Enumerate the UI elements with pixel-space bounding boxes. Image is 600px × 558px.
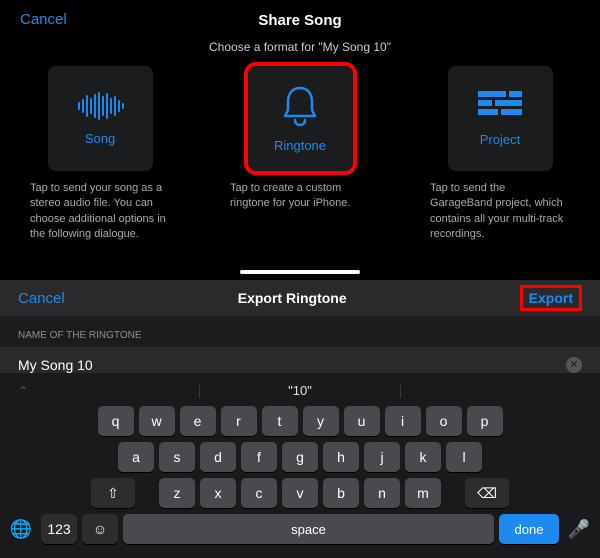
bell-icon (280, 84, 320, 128)
project-card-desc: Tap to send the GarageBand project, whic… (430, 181, 570, 243)
key-e[interactable]: e (180, 406, 216, 436)
keyboard-row-1: q w e r t y u i o p (4, 406, 596, 436)
key-123[interactable]: 123 (41, 514, 77, 544)
export-navbar: Cancel Export Ringtone Export (0, 280, 600, 316)
prediction-suggestion[interactable]: "10" (288, 383, 312, 398)
format-card-ringtone[interactable]: Ringtone Tap to create a custom ringtone… (230, 66, 370, 243)
share-title: Share Song (100, 12, 500, 29)
key-v[interactable]: v (282, 478, 318, 508)
keyboard-row-3: ⇧ z x c v b n m ⌫ (4, 478, 596, 508)
close-icon: ✕ (569, 360, 578, 371)
key-c[interactable]: c (241, 478, 277, 508)
format-cards: Song Tap to send your song as a stereo a… (0, 66, 600, 243)
ringtone-card-box[interactable]: Ringtone (248, 66, 353, 171)
key-x[interactable]: x (200, 478, 236, 508)
space-key[interactable]: space (123, 514, 494, 544)
key-o[interactable]: o (426, 406, 462, 436)
backspace-key[interactable]: ⌫ (465, 478, 509, 508)
key-w[interactable]: w (139, 406, 175, 436)
emoji-key[interactable]: ☺ (82, 514, 118, 544)
key-s[interactable]: s (159, 442, 195, 472)
key-l[interactable]: l (446, 442, 482, 472)
key-b[interactable]: b (323, 478, 359, 508)
key-q[interactable]: q (98, 406, 134, 436)
share-song-screen: Cancel Share Song Choose a format for "M… (0, 0, 600, 280)
key-a[interactable]: a (118, 442, 154, 472)
key-j[interactable]: j (364, 442, 400, 472)
waveform-icon (75, 91, 125, 121)
clear-text-button[interactable]: ✕ (566, 357, 582, 373)
key-h[interactable]: h (323, 442, 359, 472)
ringtone-name-label: NAME OF THE RINGTONE (0, 316, 600, 347)
export-button[interactable]: Export (520, 285, 582, 311)
chevron-up-icon[interactable]: ⌃ (18, 384, 28, 398)
key-g[interactable]: g (282, 442, 318, 472)
key-f[interactable]: f (241, 442, 277, 472)
prediction-bar: ⌃ "10" (4, 379, 596, 406)
emoji-icon: ☺ (93, 521, 107, 537)
export-ringtone-screen: Cancel Export Ringtone Export NAME OF TH… (0, 280, 600, 558)
song-card-label: Song (85, 131, 115, 146)
project-card-label: Project (480, 132, 520, 147)
keyboard-row-2: a s d f g h j k l (4, 442, 596, 472)
ringtone-card-desc: Tap to create a custom ringtone for your… (230, 181, 370, 212)
home-indicator[interactable] (240, 270, 360, 274)
keyboard-row-4: 🌐 123 ☺ space done 🎤 (4, 514, 596, 544)
key-y[interactable]: y (303, 406, 339, 436)
key-r[interactable]: r (221, 406, 257, 436)
shift-icon: ⇧ (107, 485, 119, 502)
key-m[interactable]: m (405, 478, 441, 508)
format-card-project[interactable]: Project Tap to send the GarageBand proje… (430, 66, 570, 243)
key-d[interactable]: d (200, 442, 236, 472)
globe-key[interactable]: 🌐 (6, 516, 36, 542)
format-card-song[interactable]: Song Tap to send your song as a stereo a… (30, 66, 170, 243)
shift-key[interactable]: ⇧ (91, 478, 135, 508)
share-subtitle: Choose a format for "My Song 10" (0, 40, 600, 54)
backspace-icon: ⌫ (477, 485, 497, 502)
song-card-desc: Tap to send your song as a stereo audio … (30, 181, 170, 243)
share-navbar: Cancel Share Song (0, 0, 600, 40)
key-n[interactable]: n (364, 478, 400, 508)
key-p[interactable]: p (467, 406, 503, 436)
cancel-button[interactable]: Cancel (20, 11, 67, 28)
key-i[interactable]: i (385, 406, 421, 436)
keyboard: ⌃ "10" q w e r t y u i o p a s d f g h j… (0, 373, 600, 558)
mic-icon: 🎤 (568, 519, 590, 540)
song-card-box[interactable]: Song (48, 66, 153, 171)
globe-icon: 🌐 (10, 519, 32, 540)
key-z[interactable]: z (159, 478, 195, 508)
key-t[interactable]: t (262, 406, 298, 436)
key-k[interactable]: k (405, 442, 441, 472)
dictation-key[interactable]: 🎤 (564, 516, 594, 542)
ringtone-card-label: Ringtone (274, 138, 326, 153)
project-card-box[interactable]: Project (448, 66, 553, 171)
cancel-button-2[interactable]: Cancel (18, 290, 65, 307)
tracks-icon (477, 90, 523, 122)
ringtone-name-input[interactable] (18, 357, 566, 373)
export-title: Export Ringtone (65, 290, 520, 306)
done-key[interactable]: done (499, 514, 559, 544)
key-u[interactable]: u (344, 406, 380, 436)
